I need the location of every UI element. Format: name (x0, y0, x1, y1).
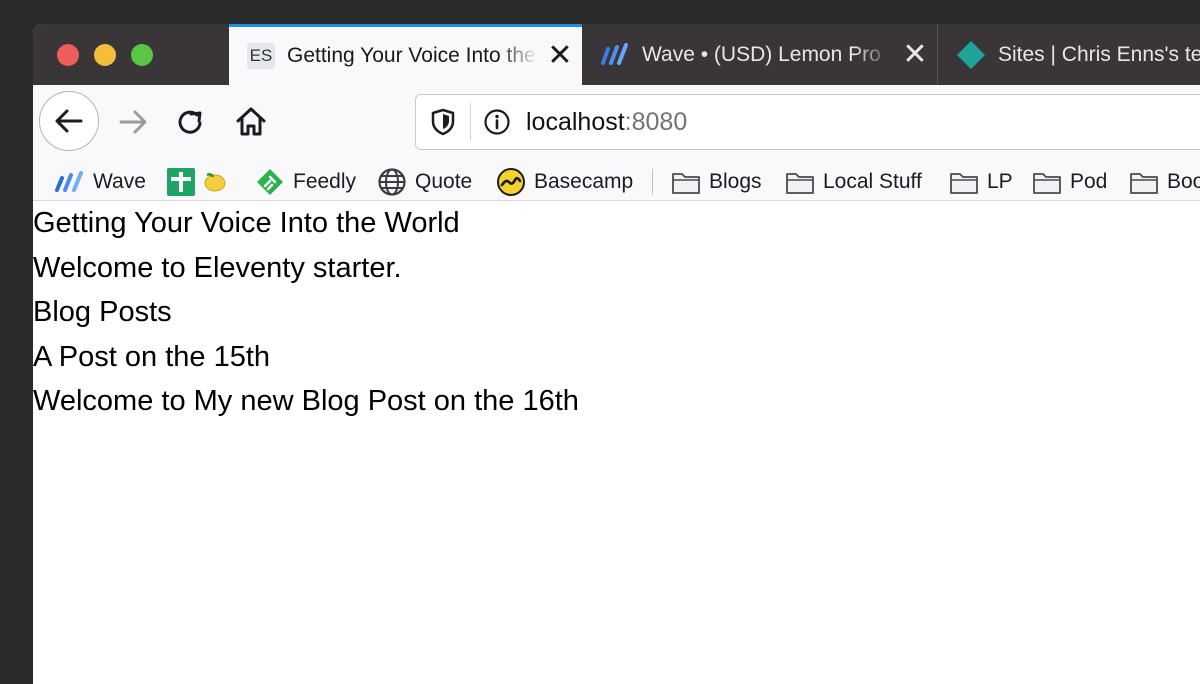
tab-title: Wave • (USD) Lemon Pro (642, 42, 893, 67)
bookmark-folder-pod[interactable]: Pod (1032, 163, 1107, 201)
url-host: localhost (526, 108, 625, 136)
bookmark-folder-boo[interactable]: Boo (1129, 163, 1200, 201)
feedly-icon (257, 169, 283, 195)
back-button[interactable] (39, 91, 99, 151)
sheets-plus-icon (167, 168, 195, 196)
welcome-text: Welcome to Eleventy starter. (33, 251, 402, 284)
post-link[interactable]: A Post on the 15th (33, 341, 1200, 386)
tab-close-icon[interactable]: ✕ (893, 39, 937, 70)
window-close-button[interactable] (57, 44, 79, 66)
folder-icon (672, 173, 700, 194)
url-text[interactable]: localhost:8080 (526, 95, 687, 149)
home-button[interactable] (229, 97, 273, 147)
folder-icon (1130, 173, 1158, 194)
tab-getting-your-voice[interactable]: ES Getting Your Voice Into the World ✕ (229, 24, 582, 85)
basecamp-icon (497, 168, 525, 196)
forward-button[interactable] (111, 97, 155, 147)
tab-bar: ES Getting Your Voice Into the World ✕ W… (33, 24, 1200, 85)
folder-icon (950, 173, 978, 194)
bookmark-basecamp[interactable]: Basecamp (496, 163, 633, 201)
bookmark-folder-lp[interactable]: LP (949, 163, 1013, 201)
tab-wave[interactable]: Wave • (USD) Lemon Pro ✕ (582, 24, 937, 85)
window-maximize-button[interactable] (131, 44, 153, 66)
bookmark-folder-blogs[interactable]: Blogs (671, 163, 762, 201)
back-arrow-icon (55, 109, 83, 133)
wave-favicon-icon (601, 42, 628, 65)
bookmark-lemon[interactable] (203, 163, 235, 201)
page-title: Getting Your Voice Into the World (33, 207, 460, 239)
navigation-toolbar: localhost:8080 (33, 85, 1200, 163)
es-favicon-icon: ES (247, 43, 275, 69)
browser-window: ES Getting Your Voice Into the World ✕ W… (33, 24, 1200, 684)
bookmark-quote[interactable]: Quote (377, 163, 472, 201)
reload-icon (178, 110, 202, 134)
window-minimize-button[interactable] (94, 44, 116, 66)
bookmark-folder-local-stuff[interactable]: Local Stuff (785, 163, 922, 201)
home-icon (236, 107, 266, 136)
bookmark-wave[interactable]: Wave (53, 163, 146, 201)
globe-icon (378, 168, 406, 196)
tab-sites[interactable]: Sites | Chris Enns's te (938, 24, 1200, 85)
netlify-favicon-icon (957, 40, 985, 69)
shield-icon[interactable] (428, 107, 458, 137)
url-port: :8080 (624, 108, 688, 136)
tab-close-icon[interactable]: ✕ (538, 41, 582, 71)
post-link[interactable]: Welcome to My new Blog Post on the 16th (33, 385, 1200, 430)
page-content: Getting Your Voice Into the World Welcom… (33, 201, 1200, 430)
reload-button[interactable] (169, 97, 213, 147)
bookmark-feedly[interactable]: Feedly (255, 163, 356, 201)
tab-title: Sites | Chris Enns's te (998, 42, 1200, 66)
lemon-icon (204, 173, 226, 192)
wave-icon (55, 171, 83, 192)
tab-title: Getting Your Voice Into the World (287, 44, 538, 68)
forward-arrow-icon (119, 110, 147, 134)
folder-icon (1033, 173, 1061, 194)
bookmark-sheets[interactable] (166, 163, 204, 201)
bookmark-separator (652, 169, 653, 195)
blog-posts-heading: Blog Posts (33, 296, 172, 328)
url-bar[interactable]: localhost:8080 (415, 94, 1200, 150)
info-icon[interactable] (482, 107, 512, 137)
bookmarks-toolbar: Wave Feedly Quote Basecamp Blogs Local S… (33, 163, 1200, 201)
folder-icon (786, 173, 814, 194)
